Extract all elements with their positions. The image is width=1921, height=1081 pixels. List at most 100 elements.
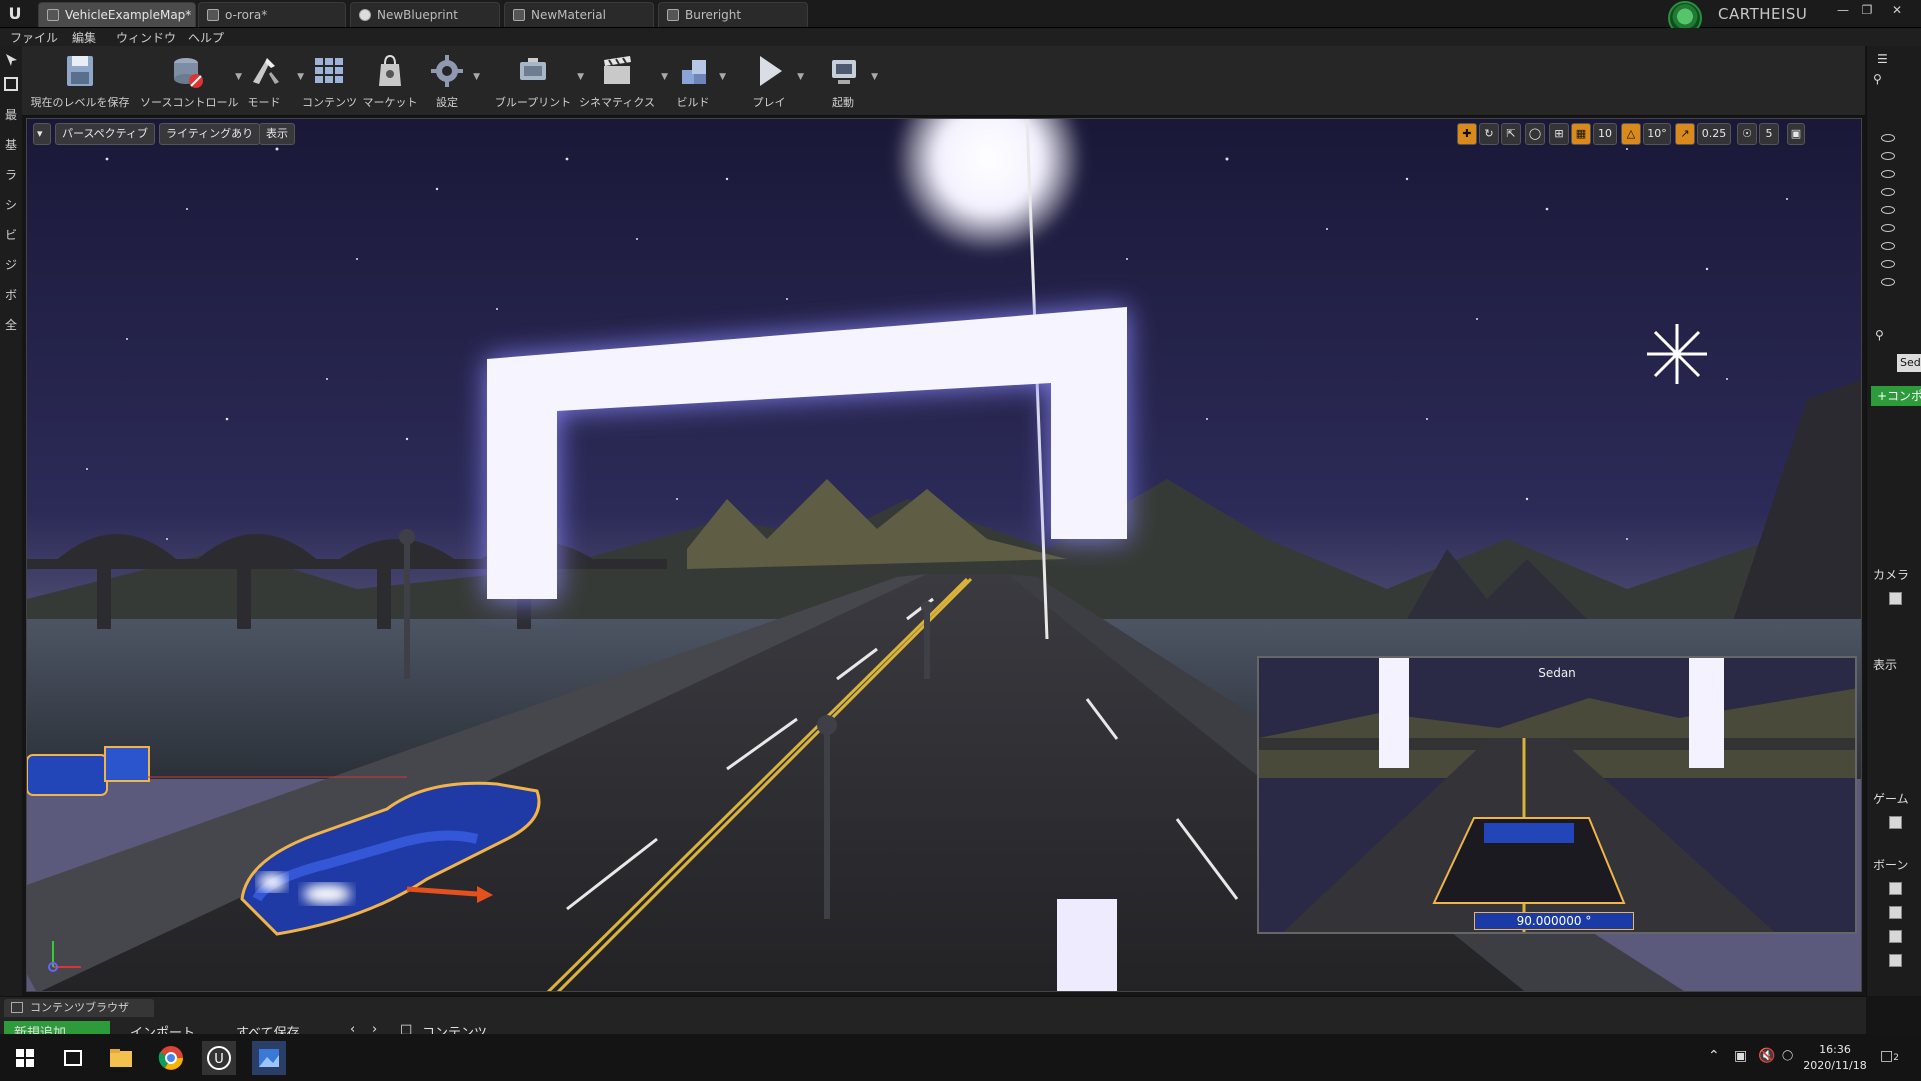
blueprints-button[interactable]: ブループリント ▼ [492,50,584,112]
lighting-mode-button[interactable]: ライティングあり [159,123,261,145]
level-viewport[interactable]: ▾ パースペクティブ ライティングあり 表示 ✚ ↻ ⇱ ◯ ⊞ ▦ 10 △ … [26,118,1862,992]
bone-checkbox[interactable] [1889,954,1902,967]
marketplace-button[interactable]: マーケット [362,50,418,112]
tab-new-blueprint[interactable]: NewBlueprint [350,2,500,27]
mode-recent[interactable]: 最 [3,106,19,123]
menu-help[interactable]: ヘルプ [188,29,224,46]
cinematics-button[interactable]: シネマティクス ▼ [576,50,668,112]
eye-icon[interactable] [1881,134,1895,142]
grid-snap-icon[interactable]: ▦ [1571,123,1591,145]
section-camera[interactable]: カメラ [1873,566,1909,583]
windows-start-icon[interactable] [8,1041,42,1075]
save-level-button[interactable]: 現在のレベルを保存 [28,50,132,112]
content-browser-tab-label: コンテンツブラウザ [30,1001,129,1014]
unreal-engine-taskbar-icon[interactable]: U [202,1041,236,1075]
tab-o-rora[interactable]: o-rora* [198,2,346,27]
rotation-snap-value[interactable]: 10° [1643,123,1671,145]
network-icon[interactable]: ▣ [1734,1048,1747,1064]
file-explorer-icon[interactable] [104,1041,138,1075]
scale-snap-icon[interactable]: ↗ [1675,123,1695,145]
actor-name-field[interactable]: Sedan [1897,354,1921,372]
build-blocks-icon [682,60,706,84]
build-button[interactable]: ビルド ▼ [670,50,726,112]
chevron-down-icon[interactable]: ▼ [797,72,804,82]
eye-icon[interactable] [1881,260,1895,268]
menu-window[interactable]: ウィンドウ [116,29,176,46]
tray-overflow-icon[interactable]: ⌃ [1708,1048,1720,1064]
input-method-icon[interactable]: ◯ [1782,1050,1793,1061]
surface-snap-icon[interactable]: ⊞ [1549,123,1569,145]
rotate-mode-icon[interactable]: ↻ [1479,123,1499,145]
mode-basic[interactable]: 基 [3,136,19,153]
world-local-icon[interactable]: ◯ [1525,123,1545,145]
eye-icon[interactable] [1881,206,1895,214]
tab-vehicle-example-map[interactable]: VehicleExampleMap* [38,2,196,27]
grid-snap-value[interactable]: 10 [1593,123,1617,145]
show-button[interactable]: 表示 [259,123,295,145]
launch-button[interactable]: 起動 ▼ [818,50,878,112]
section-game[interactable]: ゲーム [1873,790,1909,807]
task-view-icon[interactable] [56,1041,90,1075]
menu-edit[interactable]: 編集 [72,29,96,46]
section-render[interactable]: 表示 [1873,656,1897,673]
content-browser-tab[interactable]: コンテンツブラウザ [4,999,154,1017]
game-checkbox[interactable] [1889,816,1902,829]
mode-geometry[interactable]: ジ [3,256,19,273]
taskbar-clock[interactable]: 16:36 2020/11/18 [1800,1042,1870,1074]
mode-cinematic[interactable]: シ [3,196,19,213]
close-icon[interactable]: ✕ [1886,2,1908,18]
content-button[interactable]: コンテンツ [302,50,357,112]
section-bone[interactable]: ボーン [1873,856,1908,873]
eye-icon[interactable] [1881,224,1895,232]
eye-icon[interactable] [1881,278,1895,286]
camera-preview-window[interactable]: Sedan 90.000000 ° [1257,656,1857,934]
maximize-icon[interactable]: ❐ [1856,2,1878,18]
chevron-down-icon[interactable]: ▼ [719,72,726,82]
scale-snap-value[interactable]: 0.25 [1697,123,1731,145]
rotation-snap-icon[interactable]: △ [1621,123,1641,145]
viewport-options-button[interactable]: ▾ [33,123,51,145]
settings-button[interactable]: 設定 ▼ [424,50,480,112]
camera-speed-value[interactable]: 5 [1759,123,1779,145]
add-component-button[interactable]: +コンポーネントを追加 [1871,386,1921,406]
eye-icon[interactable] [1881,152,1895,160]
mode-lights[interactable]: ラ [3,166,19,183]
mode-visual-effects[interactable]: ビ [3,226,19,243]
scale-mode-icon[interactable]: ⇱ [1501,123,1521,145]
bone-checkbox[interactable] [1889,906,1902,919]
user-badge[interactable]: CARTHEISU [1668,0,1818,35]
source-control-button[interactable]: ソースコントロール ▼ [140,50,242,112]
select-mode-icon[interactable] [3,52,19,68]
volume-muted-icon[interactable]: 🔇 [1758,1048,1775,1064]
search-outliner-icon[interactable]: ⚲ [1873,72,1882,86]
menu-bar: ファイル 編集 ウィンドウ ヘルプ [0,28,1921,46]
chevron-down-icon[interactable]: ▼ [473,72,480,82]
tab-bureright[interactable]: Bureright [658,2,808,27]
bone-checkbox[interactable] [1889,930,1902,943]
eye-icon[interactable] [1881,170,1895,178]
mode-volumes[interactable]: ボ [3,286,19,303]
perspective-button[interactable]: パースペクティブ [55,123,156,145]
eye-icon[interactable] [1881,188,1895,196]
modes-button[interactable]: モード ▼ [234,50,304,112]
search-details-icon[interactable]: ⚲ [1875,328,1884,342]
chevron-down-icon[interactable]: ▼ [871,72,878,82]
tab-new-material[interactable]: NewMaterial [504,2,654,27]
photos-app-icon[interactable] [252,1041,286,1075]
marketplace-bag-icon [379,54,401,86]
mode-all-classes[interactable]: 全 [3,316,19,333]
chevron-down-icon[interactable]: ▼ [661,72,668,82]
maximize-viewport-icon[interactable]: ▣ [1787,123,1805,145]
translate-mode-icon[interactable]: ✚ [1457,123,1477,145]
menu-file[interactable]: ファイル [10,29,58,46]
minimize-icon[interactable]: — [1832,2,1854,18]
bone-checkbox[interactable] [1889,882,1902,895]
eye-icon[interactable] [1881,242,1895,250]
notification-center-icon[interactable]: □2 [1880,1048,1899,1064]
play-button[interactable]: プレイ ▼ [744,50,804,112]
place-mode-icon[interactable] [3,76,19,92]
camera-checkbox[interactable] [1889,592,1902,605]
camera-speed-icon[interactable]: ☉ [1737,123,1757,145]
chrome-icon[interactable] [154,1041,188,1075]
outliner-icon[interactable]: ☰ [1877,52,1888,66]
